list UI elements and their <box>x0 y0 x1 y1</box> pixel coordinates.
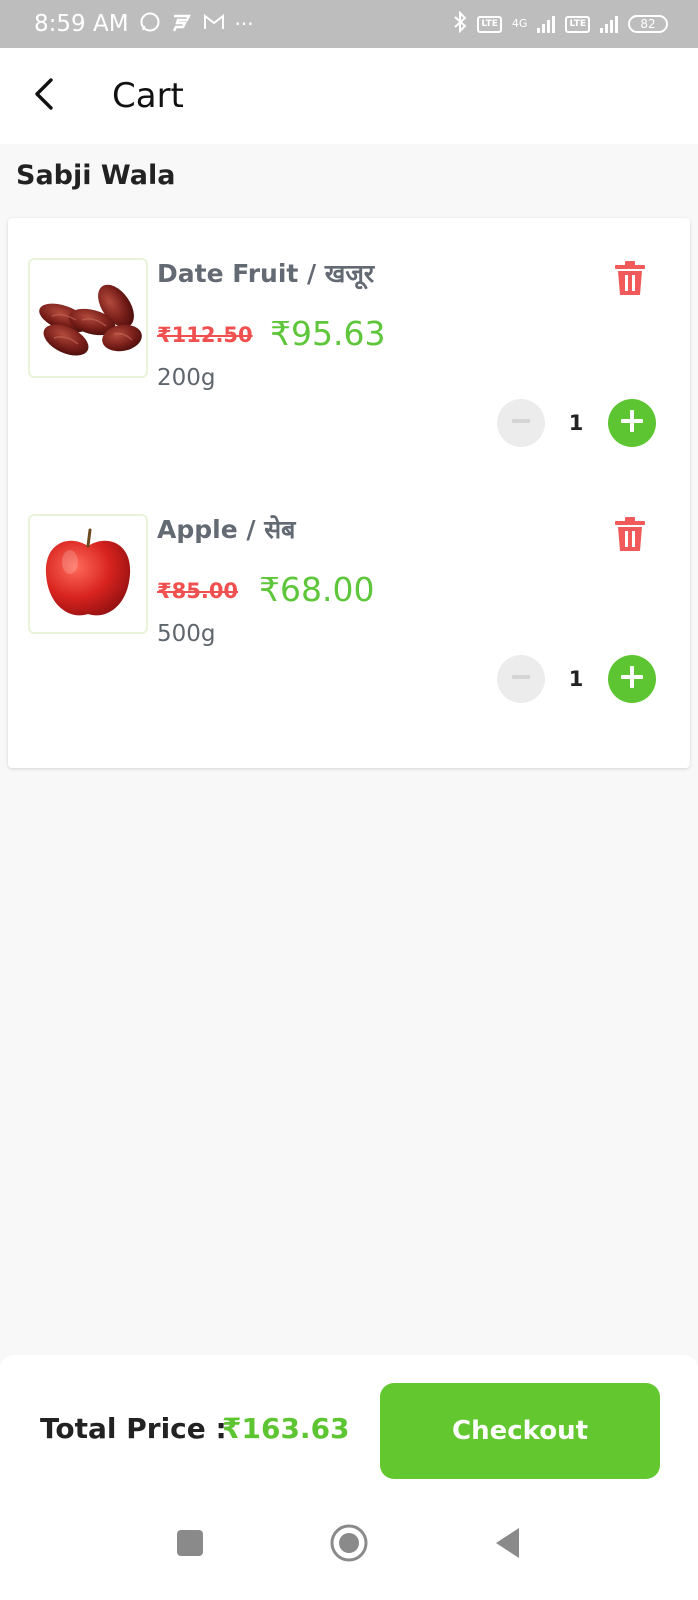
square-icon <box>175 1528 205 1562</box>
decrease-quantity-button[interactable] <box>497 399 545 447</box>
discounted-price: ₹95.63 <box>270 314 386 353</box>
chevron-left-icon <box>31 77 57 115</box>
increase-quantity-button[interactable] <box>608 399 656 447</box>
checkout-button[interactable]: Checkout <box>380 1383 660 1479</box>
item-weight: 200g <box>157 365 216 391</box>
store-name: Sabji Wala <box>16 160 176 191</box>
trash-icon <box>613 515 647 557</box>
increase-quantity-button[interactable] <box>608 655 656 703</box>
cart-items-card: Date Fruit / खजूर ₹112.50 ₹95.63 200g 1 <box>8 218 690 768</box>
page-title: Cart <box>112 76 184 116</box>
trash-icon <box>613 259 647 301</box>
decrease-quantity-button[interactable] <box>497 655 545 703</box>
triangle-back-icon <box>493 1526 523 1564</box>
item-weight: 500g <box>157 621 216 647</box>
item-name: Apple / सेब <box>157 515 296 544</box>
cart-item: Date Fruit / खजूर ₹112.50 ₹95.63 200g 1 <box>8 218 690 473</box>
total-price-label: Total Price : <box>40 1412 227 1445</box>
status-bar: 8:59 AM ··· LTE 4G LTE 82 <box>0 0 698 48</box>
lte-badge: LTE <box>477 15 502 33</box>
cart-item: Apple / सेब ₹85.00 ₹68.00 500g 1 <box>8 474 690 729</box>
system-back-button[interactable] <box>468 1490 548 1600</box>
battery-icon: 82 <box>628 15 668 33</box>
system-nav-bar <box>0 1490 698 1600</box>
more-dots: ··· <box>234 12 254 36</box>
total-price-value: ₹163.63 <box>222 1412 350 1445</box>
checkout-bar: Total Price : ₹163.63 Checkout <box>0 1355 698 1600</box>
status-time: 8:59 AM <box>34 11 129 37</box>
dates-image <box>28 258 148 378</box>
minus-icon <box>510 410 532 436</box>
apple-image <box>28 514 148 634</box>
minus-icon <box>510 666 532 692</box>
app-bar: Cart <box>0 48 698 144</box>
whatsapp-icon <box>139 11 161 38</box>
plus-icon <box>619 664 645 694</box>
original-price: ₹112.50 <box>157 323 253 347</box>
battery-level: 82 <box>640 17 656 31</box>
circle-icon <box>329 1523 369 1567</box>
lte-badge-2: LTE <box>565 15 590 33</box>
recents-button[interactable] <box>150 1490 230 1600</box>
network-type: 4G <box>511 17 528 30</box>
app-icon <box>171 12 193 37</box>
signal-icon-2 <box>600 15 618 33</box>
bluetooth-icon <box>453 10 467 37</box>
plus-icon <box>619 408 645 438</box>
original-price: ₹85.00 <box>157 579 239 603</box>
delete-item-button[interactable] <box>610 258 650 302</box>
home-button[interactable] <box>309 1490 389 1600</box>
signal-icon <box>537 15 556 33</box>
quantity-value: 1 <box>568 411 584 435</box>
discounted-price: ₹68.00 <box>259 570 375 609</box>
delete-item-button[interactable] <box>610 514 650 558</box>
quantity-value: 1 <box>568 667 584 691</box>
back-button[interactable] <box>20 72 68 120</box>
gmail-icon <box>203 12 225 36</box>
item-name: Date Fruit / खजूर <box>157 259 375 288</box>
